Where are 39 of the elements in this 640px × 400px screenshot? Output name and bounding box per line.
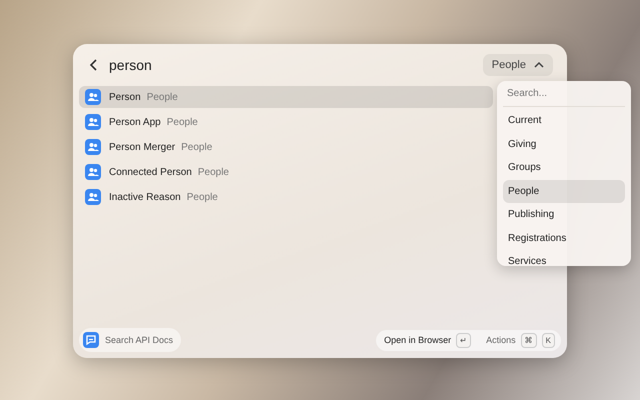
result-category: People bbox=[181, 142, 212, 152]
open-in-browser-button[interactable]: Open in Browser bbox=[384, 335, 452, 345]
result-item[interactable]: Person Merger People bbox=[79, 136, 493, 158]
category-option[interactable]: Groups bbox=[503, 156, 625, 180]
result-category: People bbox=[146, 92, 178, 102]
key-hint: K bbox=[542, 332, 555, 348]
people-icon bbox=[85, 89, 101, 105]
actions-button[interactable]: Actions bbox=[476, 335, 516, 345]
people-icon bbox=[85, 139, 101, 155]
category-option[interactable]: Publishing bbox=[503, 203, 625, 226]
category-option[interactable]: Registrations bbox=[503, 226, 625, 250]
chat-icon bbox=[83, 332, 99, 348]
result-category: People bbox=[166, 116, 198, 128]
result-title: Person bbox=[109, 92, 141, 102]
result-item[interactable]: Connected Person People bbox=[79, 161, 493, 183]
category-option[interactable]: Giving bbox=[503, 132, 625, 156]
result-title: Person Merger bbox=[109, 142, 176, 152]
result-title: Inactive Reason bbox=[109, 192, 181, 202]
key-hint: ⌘ bbox=[520, 332, 537, 348]
category-option[interactable]: Services bbox=[503, 250, 625, 266]
people-icon bbox=[85, 114, 101, 130]
category-option[interactable]: People bbox=[503, 180, 625, 203]
result-item[interactable]: Person App People bbox=[79, 111, 493, 133]
category-option[interactable]: Current bbox=[503, 109, 625, 132]
result-title: Person App bbox=[109, 116, 161, 128]
chevron-icon bbox=[534, 61, 544, 69]
people-icon bbox=[85, 164, 101, 180]
query-input[interactable]: person bbox=[109, 57, 473, 73]
result-item[interactable]: Inactive Reason People bbox=[79, 186, 493, 208]
result-title: Connected Person bbox=[109, 166, 192, 178]
back-icon[interactable] bbox=[89, 58, 99, 72]
result-item[interactable]: Person People bbox=[79, 86, 493, 108]
result-category: People bbox=[198, 166, 229, 178]
key-hint: ↵ bbox=[456, 332, 472, 348]
result-category: People bbox=[186, 192, 218, 202]
category-filter-button[interactable]: People bbox=[482, 54, 553, 76]
search-api-docs-button[interactable]: Search API Docs bbox=[79, 328, 182, 352]
people-icon bbox=[85, 189, 101, 205]
dropdown-search-field[interactable]: Search... bbox=[503, 81, 625, 107]
